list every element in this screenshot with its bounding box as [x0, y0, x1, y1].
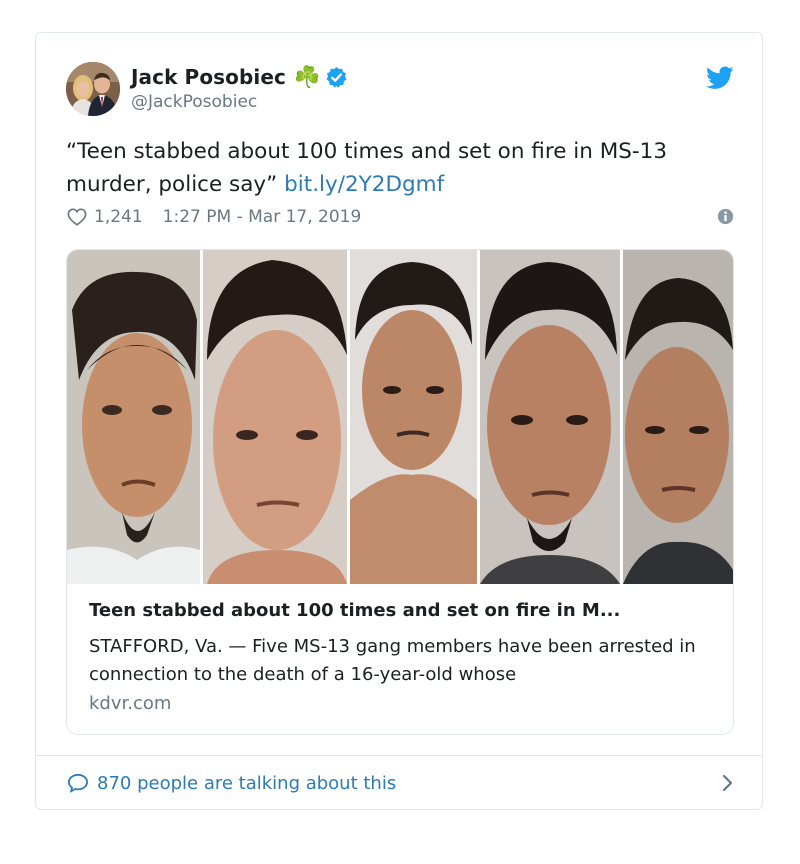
card-image — [67, 250, 733, 584]
timestamp[interactable]: 1:27 PM - Mar 17, 2019 — [163, 207, 362, 227]
shamrock-emoji: ☘️ — [294, 64, 321, 89]
like-count[interactable]: 1,241 — [94, 207, 143, 227]
avatar[interactable] — [66, 62, 120, 116]
embedded-tweet: Jack Posobiec ☘️ @JackPosobiec “Teen sta… — [35, 32, 763, 810]
link-card[interactable]: Teen stabbed about 100 times and set on … — [66, 249, 734, 735]
info-icon[interactable] — [717, 208, 734, 225]
divider — [36, 755, 762, 756]
author-handle[interactable]: @JackPosobiec — [131, 92, 348, 112]
tweet-link[interactable]: bit.ly/2Y2Dgmf — [284, 172, 444, 197]
heart-icon[interactable] — [67, 208, 87, 226]
verified-badge-icon — [325, 66, 348, 89]
conversation-link[interactable]: 870 people are talking about this — [67, 769, 737, 797]
card-domain: kdvr.com — [89, 693, 172, 714]
conversation-text[interactable]: 870 people are talking about this — [97, 773, 396, 794]
twitter-bird-icon[interactable] — [706, 66, 734, 90]
author-name[interactable]: Jack Posobiec — [131, 65, 286, 89]
author-block: Jack Posobiec ☘️ @JackPosobiec — [131, 63, 348, 112]
card-description: STAFFORD, Va. — Five MS-13 gang members … — [89, 636, 696, 685]
speech-bubble-icon — [67, 773, 89, 793]
card-title: Teen stabbed about 100 times and set on … — [89, 600, 621, 621]
tweet-text: “Teen stabbed about 100 times and set on… — [66, 135, 736, 201]
tweet-meta: 1,241 1:27 PM - Mar 17, 2019 — [67, 205, 737, 229]
chevron-right-icon[interactable] — [722, 774, 734, 792]
